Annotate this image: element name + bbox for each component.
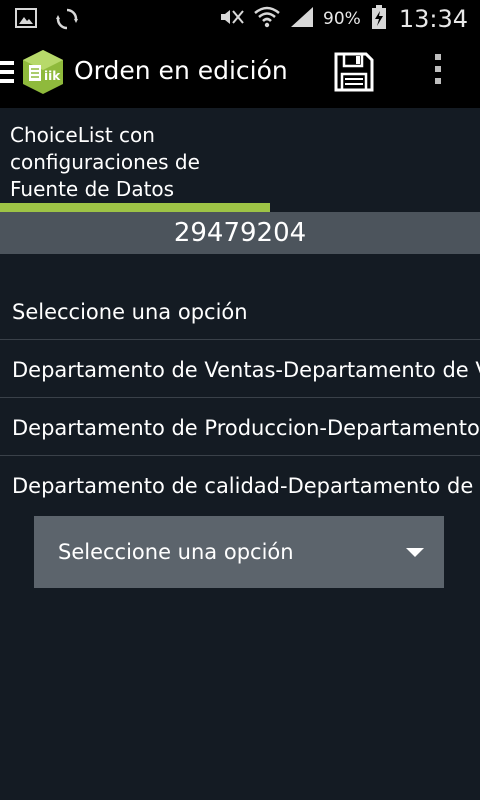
screen: 90% 13:34 iik Orden en edición ChoiceLis… [0,0,480,800]
app-logo-icon[interactable]: iik [20,48,66,96]
list-item[interactable]: Seleccione una opción [0,282,480,340]
field-value: 29479204 [0,212,480,254]
sync-icon [54,6,80,36]
app-title: Orden en edición [74,56,288,85]
chevron-down-icon [406,548,424,557]
signal-icon [289,5,315,33]
menu-icon[interactable] [0,61,14,83]
field-label-line: configuraciones de [10,150,200,174]
wifi-icon [253,5,281,33]
field-label-line: ChoiceList con [10,123,155,147]
battery-percent: 90% [323,9,361,29]
status-time: 13:34 [398,5,468,33]
option-list: Seleccione una opción Departamento de Ve… [0,282,480,513]
label-underline [0,203,270,212]
list-item[interactable]: Departamento de Produccion-Departamento … [0,398,480,456]
dropdown-selected-value: Seleccione una opción [58,540,294,564]
svg-text:iik: iik [44,69,61,83]
save-icon[interactable] [332,50,376,94]
overflow-menu-icon[interactable] [426,54,450,90]
battery-charging-icon [371,4,387,34]
app-bar: iik Orden en edición [0,36,480,108]
field-label-line: Fuente de Datos [10,177,175,201]
status-bar: 90% 13:34 [0,0,480,36]
mute-icon [217,5,245,33]
list-item[interactable]: Departamento de Ventas-Departamento de V… [0,340,480,398]
gallery-icon [14,6,38,36]
list-item[interactable]: Departamento de calidad-Departamento de … [0,456,480,513]
field-label: ChoiceList con configuraciones de Fuente… [10,122,240,203]
choice-dropdown[interactable]: Seleccione una opción [34,516,444,588]
